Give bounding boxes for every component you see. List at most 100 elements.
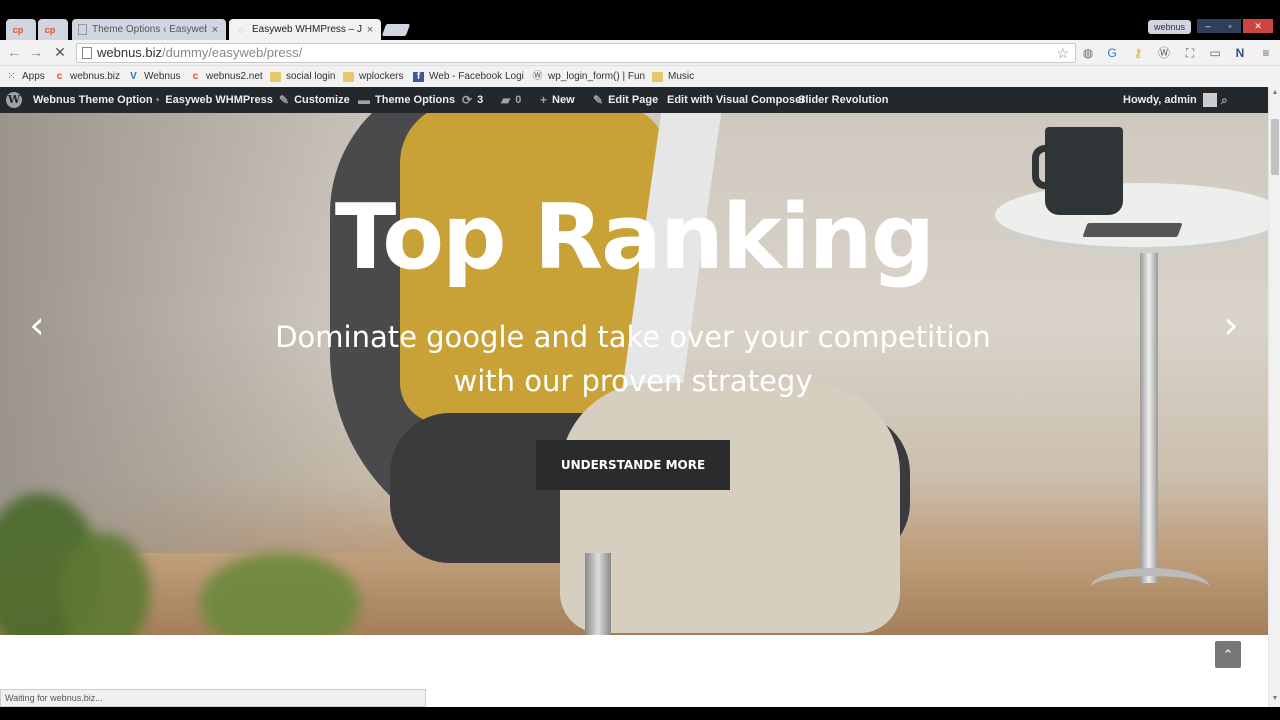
new-content-link[interactable]: + New <box>540 87 575 113</box>
bookmark-facebook[interactable]: f Web - Facebook Logi <box>413 69 524 84</box>
tab-close-icon[interactable]: × <box>210 24 220 36</box>
minimize-button[interactable]: – <box>1197 19 1219 33</box>
back-to-top-button[interactable]: ⌃ <box>1215 641 1241 668</box>
hero-title: Top Ranking <box>334 185 935 290</box>
menu-icon[interactable]: ≡ <box>1258 45 1274 61</box>
bookmark-label: wplockers <box>359 71 404 82</box>
slider-revolution-link[interactable]: Slider Revolution <box>798 87 888 113</box>
wordpress-logo-icon: W <box>6 92 22 108</box>
folder-icon: ▬ <box>358 93 370 107</box>
wordpress-ext-icon[interactable]: Ⓦ <box>1156 45 1172 61</box>
visual-composer-label: Edit with Visual Composer <box>667 94 806 106</box>
cp-icon: c <box>192 70 199 82</box>
bookmark-webnus-biz[interactable]: c webnus.biz <box>54 69 120 84</box>
greeting-label: Howdy, admin <box>1123 94 1197 106</box>
hero-subtitle-line: with our proven strategy <box>453 364 813 398</box>
edit-page-label: Edit Page <box>608 94 659 106</box>
page-scrollbar[interactable]: ▲ ▼ <box>1268 87 1280 707</box>
extension-globe-icon[interactable]: ◍ <box>1080 45 1096 61</box>
slider-revolution-label: Slider Revolution <box>798 94 889 106</box>
background-chair-pole <box>585 553 611 635</box>
maximize-button[interactable]: ▫ <box>1219 19 1241 33</box>
new-label: New <box>552 94 575 106</box>
key-icon[interactable]: ⚷ <box>1130 45 1146 61</box>
updates-count: 3 <box>477 94 484 106</box>
forward-arrow-icon[interactable]: → <box>28 44 44 60</box>
scroll-thumb[interactable] <box>1271 119 1279 175</box>
fullscreen-icon[interactable]: ⛶ <box>1182 45 1198 61</box>
edit-page-link[interactable]: ✎ Edit Page <box>593 87 658 113</box>
bookmark-label: webnus2.net <box>206 71 263 82</box>
bookmark-webnus2[interactable]: c webnus2.net <box>190 69 263 84</box>
site-name-link[interactable]: Webnus Theme Option <box>33 87 153 113</box>
dashboard-icon: ◔ <box>153 93 161 107</box>
bookmark-label: Apps <box>22 71 45 82</box>
bookmarks-bar: ⁙ Apps c webnus.biz V Webnus c webnus2.n… <box>0 66 1280 87</box>
bookmark-label: Music <box>668 71 695 82</box>
page-icon <box>78 24 87 35</box>
address-bar[interactable]: webnus.biz/dummy/easyweb/press/ ☆ <box>76 43 1076 63</box>
bookmark-label: social login <box>286 71 336 82</box>
scroll-up-arrow-icon[interactable]: ▲ <box>1269 89 1280 99</box>
tab-close-icon[interactable]: × <box>365 24 375 36</box>
comments-link[interactable]: ▰ 0 <box>501 87 521 113</box>
prev-slide-arrow-icon[interactable]: ‹ <box>22 305 52 345</box>
admin-search-button[interactable]: ⌕ <box>1221 87 1233 113</box>
visual-composer-link[interactable]: Edit with Visual Composer <box>667 87 806 113</box>
bookmark-label: webnus.biz <box>70 71 121 82</box>
wp-admin-bar: W Webnus Theme Option ◔ Easyweb WHMPress… <box>0 87 1268 113</box>
pinned-tab-1[interactable]: cp <box>6 19 36 40</box>
profile-badge[interactable]: webnus <box>1148 20 1192 34</box>
wp-logo-button[interactable]: W <box>6 87 22 113</box>
folder-icon <box>652 71 663 82</box>
theme-link[interactable]: ◔ Easyweb WHMPress <box>153 87 273 113</box>
avatar <box>1202 93 1217 107</box>
theme-options-link[interactable]: ▬ Theme Options <box>358 87 455 113</box>
facebook-icon: f <box>413 71 424 82</box>
bookmark-social-login[interactable]: social login <box>270 69 335 84</box>
tab-theme-options[interactable]: Theme Options ‹ Easyweb × <box>72 19 226 40</box>
tab-easyweb-whmpress[interactable]: ◌ Easyweb WHMPress – Just × <box>229 19 381 40</box>
cp-icon: cp <box>12 24 24 35</box>
bookmark-apps[interactable]: ⁙ Apps <box>6 69 45 84</box>
cast-icon[interactable]: ▭ <box>1207 45 1223 61</box>
close-window-button[interactable]: ✕ <box>1243 19 1273 33</box>
pencil-icon: ✎ <box>593 93 604 107</box>
understand-more-button[interactable]: UNDERSTANDE MORE <box>536 440 730 490</box>
cp-icon: cp <box>44 24 56 35</box>
bookmark-wplockers[interactable]: wplockers <box>343 69 403 84</box>
bookmark-webnus[interactable]: V Webnus <box>128 69 180 84</box>
bookmark-star-icon[interactable]: ☆ <box>1056 44 1069 62</box>
translate-icon[interactable]: G <box>1104 45 1120 61</box>
url-host: webnus.biz <box>97 45 163 60</box>
pinned-tab-2[interactable]: cp <box>38 19 68 40</box>
bookmark-label: Web - Facebook Logi <box>429 71 524 82</box>
folder-icon <box>270 71 281 82</box>
wordpress-icon: Ⓦ <box>532 70 543 82</box>
back-arrow-icon[interactable]: ← <box>6 44 22 60</box>
customize-label: Customize <box>294 94 350 106</box>
hero-slider: Top Ranking Dominate google and take ove… <box>0 113 1268 635</box>
n-extension-icon[interactable]: N <box>1232 45 1248 61</box>
bookmark-wp-login-form[interactable]: Ⓦ wp_login_form() | Fun <box>532 69 646 84</box>
comment-icon: ▰ <box>501 93 511 107</box>
bookmark-music[interactable]: Music <box>652 69 694 84</box>
updates-link[interactable]: ⟳ 3 <box>462 87 483 113</box>
browser-status-bar: Waiting for webnus.biz... <box>0 689 426 707</box>
loading-spinner-icon: ◌ <box>238 24 244 35</box>
customize-link[interactable]: ✎ Customize <box>279 87 350 113</box>
next-slide-arrow-icon[interactable]: › <box>1216 305 1246 345</box>
webnus-icon: V <box>130 70 137 82</box>
browser-toolbar: ← → ✕ webnus.biz/dummy/easyweb/press/ ☆ … <box>0 40 1280 66</box>
top-black-bar <box>0 0 1280 18</box>
stop-loading-icon[interactable]: ✕ <box>52 44 68 60</box>
tab-title: Theme Options ‹ Easyweb <box>92 24 207 35</box>
bottom-black-bar <box>0 707 1280 720</box>
search-icon: ⌕ <box>1221 92 1228 107</box>
hero-subtitle-line: Dominate google and take over your compe… <box>275 320 991 354</box>
my-account-link[interactable]: Howdy, admin <box>1123 87 1217 113</box>
comments-count: 0 <box>515 94 522 106</box>
new-tab-button[interactable] <box>381 24 411 36</box>
theme-label: Easyweb WHMPress <box>165 94 273 106</box>
scroll-down-arrow-icon[interactable]: ▼ <box>1269 695 1280 705</box>
